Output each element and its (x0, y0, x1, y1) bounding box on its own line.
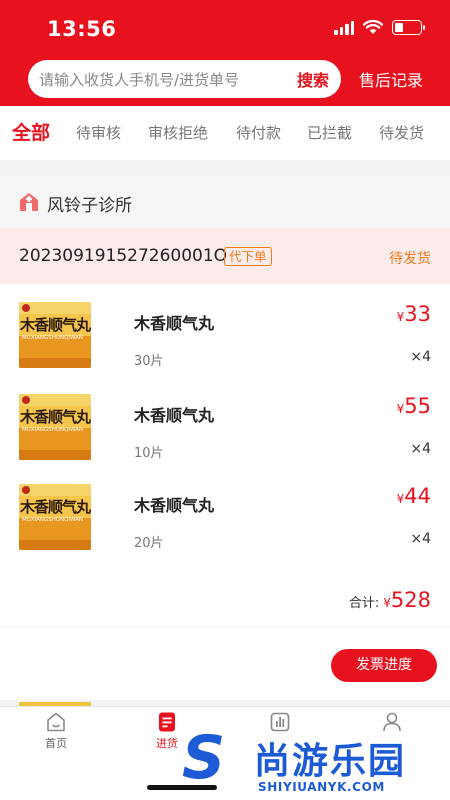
order-card[interactable]: 风铃子诊所 202309191527260001O 代下单 待发货 木香顺气丸 … (0, 176, 450, 700)
order-item[interactable]: 木香顺气丸 MUXIANGSHUNQIWAN 木香顺气丸 20片 ¥44 ×4 (0, 476, 450, 566)
product-name: 木香顺气丸 (134, 406, 215, 425)
invoice-progress-button[interactable]: 发票进度 (331, 649, 437, 682)
cellular-signal-icon (334, 20, 354, 35)
product-quantity: ×4 (410, 441, 431, 457)
nav-label: 首页 (45, 737, 67, 750)
product-quantity: ×4 (410, 349, 431, 365)
product-image: 木香顺气丸 MUXIANGSHUNQIWAN (19, 394, 91, 460)
search-bar[interactable]: 请输入收货人手机号/进货单号 搜索 (28, 60, 341, 98)
status-time: 13:56 (47, 17, 117, 41)
order-number: 202309191527260001O (19, 246, 228, 266)
product-name: 木香顺气丸 (134, 314, 215, 333)
wifi-icon (363, 20, 383, 34)
clinic-row: 风铃子诊所 (0, 176, 450, 228)
product-spec: 30片 (134, 354, 164, 369)
product-price: ¥44 (396, 484, 431, 508)
product-image: 木香顺气丸 MUXIANGSHUNQIWAN (19, 302, 91, 368)
order-item[interactable]: 木香顺气丸 MUXIANGSHUNQIWAN 木香顺气丸 30片 ¥33 ×4 (0, 294, 450, 384)
product-spec: 10片 (134, 446, 164, 461)
status-bar: 13:56 (0, 0, 450, 58)
proxy-order-badge: 代下单 (224, 247, 272, 266)
order-status: 待发货 (389, 251, 431, 267)
order-header: 202309191527260001O 代下单 待发货 (0, 228, 450, 284)
order-total: 合计: ¥528 (348, 588, 431, 612)
product-quantity: ×4 (410, 531, 431, 547)
battery-icon (392, 20, 425, 35)
watermark-mark: S (182, 723, 226, 793)
tab-pending-review[interactable]: 待审核 (76, 122, 121, 143)
tab-pending-shipment[interactable]: 待发货 (379, 122, 424, 143)
product-image: 木香顺气丸 MUXIANGSHUNQIWAN (19, 484, 91, 550)
app-header: 13:56 请输入收货人手机号/进货单号 搜索 售后记录 (0, 0, 450, 106)
total-amount: 528 (390, 588, 431, 612)
order-item[interactable]: 木香顺气丸 MUXIANGSHUNQIWAN 木香顺气丸 10片 ¥55 ×4 (0, 386, 450, 476)
search-input[interactable]: 请输入收货人手机号/进货单号 (39, 69, 239, 90)
product-name: 木香顺气丸 (134, 496, 215, 515)
tab-review-rejected[interactable]: 审核拒绝 (148, 122, 208, 143)
home-icon (47, 712, 65, 732)
status-icons (334, 20, 425, 35)
clinic-name: 风铃子诊所 (47, 196, 132, 216)
tab-intercepted[interactable]: 已拦截 (307, 122, 352, 143)
order-status-tabs: 全部 待审核 审核拒绝 待付款 已拦截 待发货 (0, 106, 450, 160)
tab-pending-payment[interactable]: 待付款 (236, 122, 281, 143)
watermark-name: 尚游乐园 (254, 741, 407, 782)
product-price: ¥33 (396, 302, 431, 326)
divider (0, 627, 450, 628)
product-spec: 20片 (134, 536, 164, 551)
watermark-logo: S 尚游乐园 SHIYIUANYK.COM (182, 723, 450, 800)
product-price: ¥55 (396, 394, 431, 418)
total-label: 合计: (348, 596, 380, 611)
watermark-domain: SHIYIUANYK.COM (258, 780, 385, 794)
nav-home[interactable]: 首页 (21, 711, 91, 751)
search-button[interactable]: 搜索 (297, 67, 329, 91)
tab-all[interactable]: 全部 (12, 118, 50, 145)
clinic-icon (20, 193, 38, 211)
after-sale-records-link[interactable]: 售后记录 (359, 67, 423, 91)
order-doc-icon (159, 712, 175, 732)
